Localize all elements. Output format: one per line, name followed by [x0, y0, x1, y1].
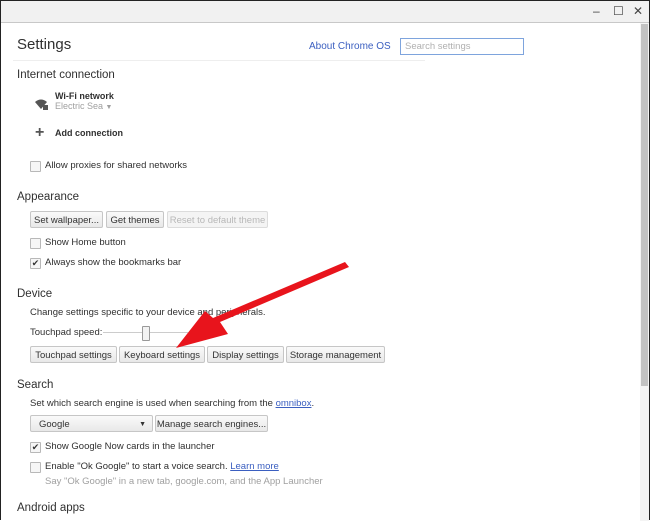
header-divider: [13, 60, 425, 61]
device-description: Change settings specific to your device …: [30, 307, 266, 318]
touchpad-speed-thumb[interactable]: [141, 326, 150, 341]
close-button[interactable]: ✕: [633, 4, 643, 18]
title-bar: – ☐ ✕: [1, 1, 649, 23]
allow-proxies-label: Allow proxies for shared networks: [45, 160, 188, 171]
set-wallpaper-button[interactable]: Set wallpaper...: [30, 211, 103, 228]
add-connection-button[interactable]: Add connection: [55, 128, 123, 138]
checkmark-icon: ✔: [31, 442, 40, 452]
omnibox-link[interactable]: omnibox: [276, 398, 312, 409]
period: .: [311, 398, 315, 409]
allow-proxies-checkbox[interactable]: [30, 161, 41, 172]
appearance-heading: Appearance: [17, 191, 80, 203]
show-home-checkbox[interactable]: [30, 238, 41, 249]
get-themes-button[interactable]: Get themes: [106, 211, 164, 228]
manage-search-engines-button[interactable]: Manage search engines...: [155, 415, 268, 432]
about-chrome-os-link[interactable]: About Chrome OS: [309, 41, 391, 52]
google-now-checkbox[interactable]: ✔: [30, 442, 41, 453]
ok-google-checkbox[interactable]: [30, 462, 41, 473]
scrollbar[interactable]: [640, 23, 649, 521]
bookmarks-bar-label: Always show the bookmarks bar: [45, 257, 182, 268]
learn-more-link[interactable]: Learn more: [230, 461, 279, 472]
wifi-network-label[interactable]: Wi-Fi network: [55, 91, 114, 101]
touchpad-settings-button[interactable]: Touchpad settings: [30, 346, 117, 363]
minimize-button[interactable]: –: [593, 4, 600, 18]
google-now-label: Show Google Now cards in the launcher: [45, 441, 215, 452]
search-input[interactable]: [400, 38, 524, 55]
android-apps-heading: Android apps: [17, 502, 85, 514]
ok-google-hint: Say "Ok Google" in a new tab, google.com…: [45, 476, 323, 487]
plus-icon: +: [35, 124, 45, 141]
ok-google-label: Enable "Ok Google" to start a voice sear…: [45, 461, 228, 472]
chevron-down-icon: ▼: [105, 104, 113, 111]
keyboard-settings-button[interactable]: Keyboard settings: [119, 346, 205, 363]
storage-management-button[interactable]: Storage management: [286, 346, 385, 363]
reset-theme-button[interactable]: Reset to default theme: [167, 211, 268, 228]
bookmarks-bar-checkbox[interactable]: ✔: [30, 258, 41, 269]
maximize-button[interactable]: ☐: [613, 4, 624, 18]
search-engine-select[interactable]: Google ▼: [30, 415, 153, 432]
show-home-label: Show Home button: [45, 237, 126, 248]
search-description-text: Set which search engine is used when sea…: [30, 398, 273, 409]
device-heading: Device: [17, 288, 53, 300]
touchpad-speed-label: Touchpad speed:: [30, 327, 103, 338]
wifi-network-name[interactable]: Electric Sea ▼: [55, 101, 112, 111]
internet-heading: Internet connection: [17, 69, 115, 81]
page-title: Settings: [17, 36, 72, 53]
display-settings-button[interactable]: Display settings: [207, 346, 284, 363]
dropdown-arrow-icon: ▼: [139, 421, 146, 428]
checkmark-icon: ✔: [31, 258, 40, 268]
search-heading: Search: [17, 379, 54, 391]
ok-google-row: Enable "Ok Google" to start a voice sear…: [45, 461, 279, 472]
search-description: Set which search engine is used when sea…: [30, 398, 314, 409]
wifi-lock-icon: [35, 99, 48, 110]
search-engine-value: Google: [39, 419, 70, 430]
network-name: Electric Sea: [55, 101, 104, 111]
scrollbar-thumb[interactable]: [641, 24, 648, 386]
